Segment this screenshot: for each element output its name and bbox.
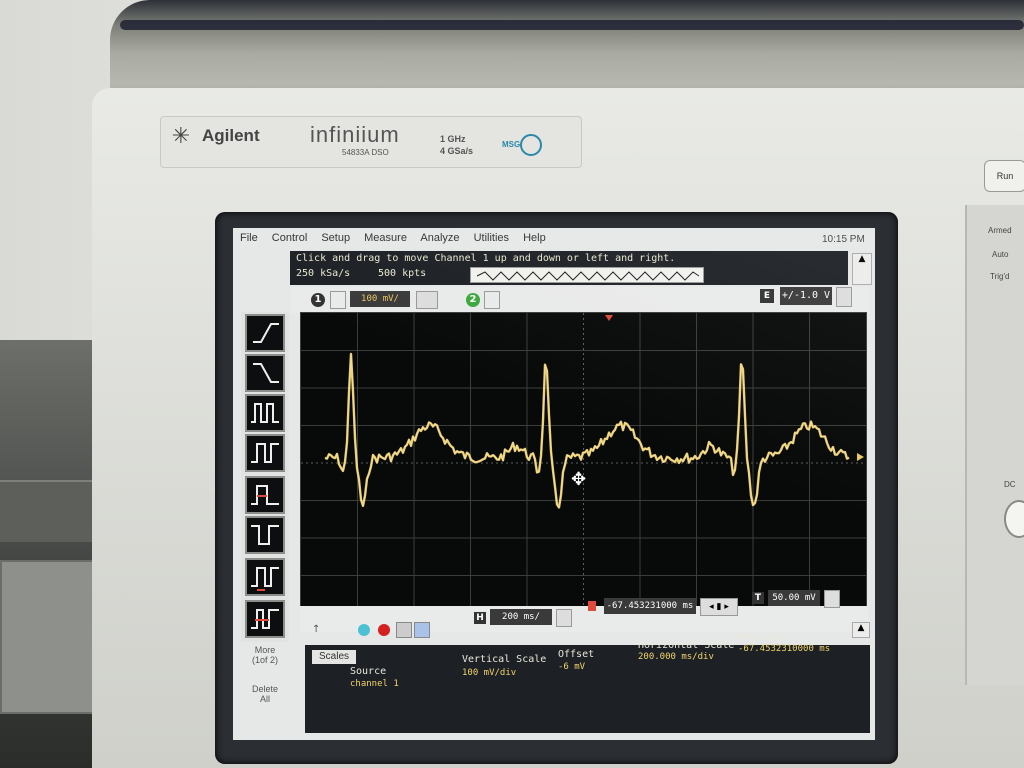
hscale-header: Horizontal Scale — [638, 640, 735, 651]
trigger-level-badge: T — [752, 592, 764, 604]
fall-time-button[interactable] — [245, 354, 285, 392]
horizontal-scale[interactable]: 200 ms/ — [490, 609, 552, 625]
pos-width-icon — [251, 485, 279, 505]
agilent-logo-icon: ✳ — [171, 124, 191, 149]
model-number: 54833A DSO — [342, 148, 389, 157]
status-message: Click and drag to move Channel 1 up and … — [296, 253, 676, 264]
trigd-label: Trig'd — [990, 272, 1010, 281]
print-icon[interactable] — [396, 622, 412, 638]
ch1-scale[interactable]: 100 mV/ — [350, 291, 410, 307]
period-icon — [251, 403, 279, 423]
msg-logo-icon — [520, 134, 542, 156]
menu-control[interactable]: Control — [272, 232, 307, 244]
run-button[interactable]: Run — [984, 160, 1024, 192]
rise-time-button[interactable] — [245, 314, 285, 352]
horizontal-badge: H — [474, 612, 486, 624]
fall-time-icon — [253, 363, 279, 383]
ch1-ground-marker — [857, 453, 864, 461]
offset-header: Offset — [558, 649, 595, 660]
move-cursor-icon: ✥ — [571, 469, 586, 490]
trigger-badge: E — [760, 289, 774, 303]
menu-bar: File Control Setup Measure Analyze Utili… — [240, 232, 870, 250]
model-name: infiniium — [310, 122, 400, 147]
more-button[interactable]: More (1of 2) — [245, 645, 285, 683]
delta-time-icon — [251, 609, 279, 629]
armed-label: Armed — [988, 226, 1012, 235]
trigger-top-marker — [605, 315, 613, 321]
trigger-level-value[interactable]: 50.00 mV — [768, 590, 820, 606]
spec-sample-rate: 4 GSa/s — [440, 146, 474, 156]
auto-label: Auto — [992, 250, 1009, 259]
trigger-level[interactable]: +/-1.0 V — [780, 287, 832, 305]
save-icon[interactable] — [414, 622, 430, 638]
ch1-badge[interactable]: 1 — [311, 293, 325, 307]
overview-trace — [476, 271, 700, 281]
position-nudge-buttons[interactable]: ◂ ▮ ▸ — [700, 598, 738, 616]
hscale-value: 200.000 ms/div — [638, 652, 714, 662]
acquire-icon[interactable] — [358, 624, 370, 636]
period-button[interactable] — [245, 394, 285, 432]
menu-setup[interactable]: Setup — [321, 232, 350, 244]
more-page-label: (1of 2) — [251, 655, 278, 665]
neg-width-icon — [251, 525, 279, 545]
delete-all-button[interactable]: Delete All — [245, 684, 285, 720]
neg-width-button[interactable] — [245, 516, 285, 554]
memory-depth: 500 kpts — [378, 268, 427, 279]
menu-utilities[interactable]: Utilities — [474, 232, 509, 244]
horizontal-position[interactable]: -67.453231000 ms — [604, 598, 696, 614]
waveform-display[interactable]: ✥ — [300, 312, 867, 614]
waveform-overview[interactable] — [470, 267, 704, 283]
trigger-spinner[interactable] — [836, 287, 852, 307]
dc-label: DC — [1004, 480, 1016, 489]
measurement-toolbar — [241, 312, 289, 642]
ch1-on-icon[interactable] — [330, 291, 346, 309]
position-header: Position — [738, 632, 787, 643]
scales-tab[interactable]: Scales — [312, 650, 356, 664]
clock: 10:15 PM — [822, 234, 865, 245]
ch2-badge[interactable]: 2 — [466, 293, 480, 307]
duty-cycle-button[interactable] — [245, 558, 285, 596]
ch1-scale-spinner[interactable] — [416, 291, 438, 309]
panel-toggle-button[interactable]: ▲ — [852, 622, 870, 638]
offset-value: -6 mV — [558, 662, 586, 672]
menu-analyze[interactable]: Analyze — [420, 232, 459, 244]
bag-zipper — [120, 20, 1024, 30]
scroll-up-button[interactable]: ▲ — [852, 253, 872, 285]
hscale-spinner[interactable] — [556, 609, 572, 627]
frequency-icon — [251, 443, 279, 463]
brand-name: Agilent — [202, 126, 260, 145]
tlevel-spinner[interactable] — [824, 590, 840, 608]
delete-all-label: All — [259, 694, 270, 704]
waveform-graticule: ✥ — [301, 313, 866, 613]
source-value: channel 1 — [350, 679, 399, 689]
channel1-trace — [324, 352, 850, 509]
more-label: More — [254, 645, 276, 655]
sample-rate: 250 kSa/s — [296, 268, 351, 279]
ch2-on-icon[interactable] — [484, 291, 500, 309]
spec-bandwidth: 1 GHz — [440, 134, 466, 144]
source-header: Source — [350, 666, 387, 677]
menu-file[interactable]: File — [240, 232, 258, 244]
position-value: -67.4532310000 ms — [738, 644, 831, 654]
channel1-trace-highlight — [324, 353, 850, 509]
rise-time-icon — [253, 323, 279, 343]
duty-cycle-icon — [251, 567, 279, 591]
menu-help[interactable]: Help — [523, 232, 546, 244]
delete-label: Delete — [251, 684, 278, 694]
stop-icon[interactable] — [378, 624, 390, 636]
vscale-header: Vertical Scale — [462, 654, 547, 665]
delta-time-button[interactable] — [245, 600, 285, 638]
marker-arrow-icon: ↑ — [312, 624, 321, 635]
msg-logo-text: MSG — [502, 140, 521, 149]
pos-width-button[interactable] — [245, 476, 285, 514]
menu-measure[interactable]: Measure — [364, 232, 407, 244]
delay-icon — [588, 601, 596, 611]
vscale-value: 100 mV/div — [462, 668, 517, 678]
frequency-button[interactable] — [245, 434, 285, 472]
